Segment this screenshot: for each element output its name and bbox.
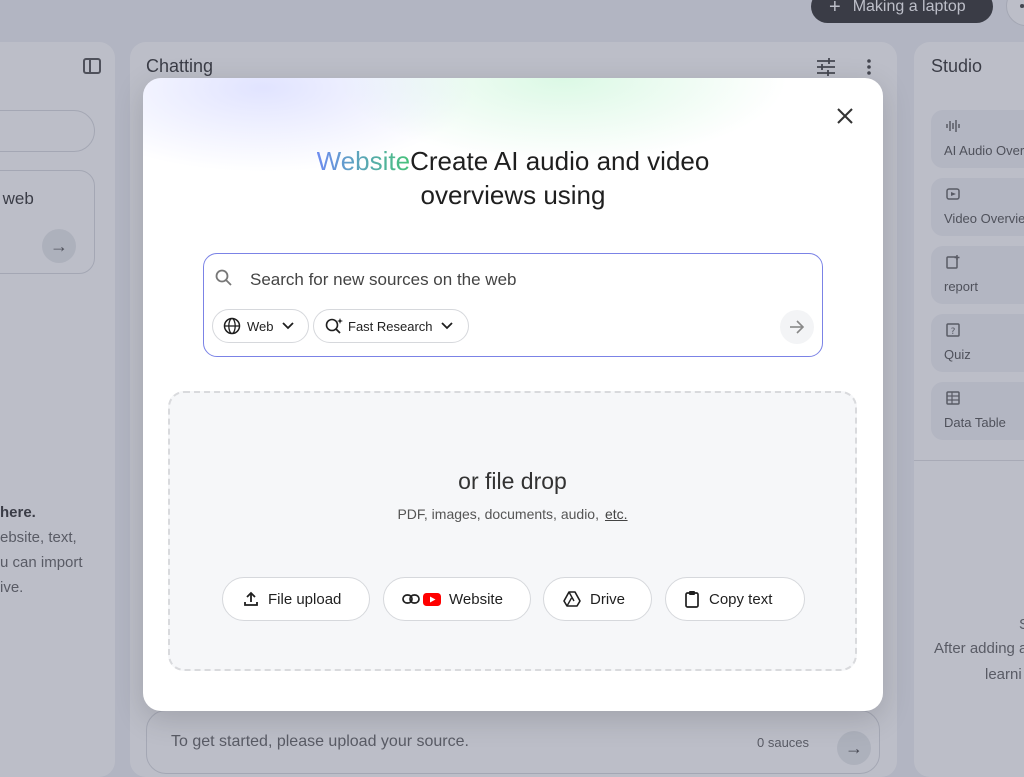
- clipboard-icon: [685, 591, 699, 608]
- youtube-icon: [423, 592, 441, 606]
- drive-button[interactable]: Drive: [543, 577, 652, 621]
- file-upload-button[interactable]: File upload: [222, 577, 370, 621]
- website-button[interactable]: Website: [383, 577, 531, 621]
- supported-types-text: PDF, images, documents, audio,: [397, 506, 599, 522]
- drop-zone-subtitle: PDF, images, documents, audio, etc.: [170, 506, 855, 522]
- link-icon: [402, 594, 420, 604]
- headline-text: Create AI audio and video overviews usin…: [410, 146, 710, 210]
- source-type-label: Web: [247, 318, 274, 334]
- drop-zone-title: or file drop: [458, 468, 567, 494]
- arrow-right-icon: [790, 320, 805, 334]
- chevron-down-icon: [440, 322, 453, 330]
- search-icon: [215, 269, 232, 286]
- file-drop-zone[interactable]: or file drop PDF, images, documents, aud…: [168, 391, 857, 671]
- file-upload-label: File upload: [268, 590, 342, 608]
- etc-link[interactable]: etc.: [605, 506, 628, 522]
- add-sources-dialog: WebsiteCreate AI audio and video overvie…: [143, 78, 883, 711]
- website-label: Website: [449, 590, 503, 608]
- copy-text-button[interactable]: Copy text: [665, 577, 805, 621]
- globe-icon: [223, 317, 241, 335]
- search-input[interactable]: [250, 268, 790, 292]
- chevron-down-icon: [281, 322, 294, 330]
- drive-icon: [563, 591, 581, 607]
- dialog-headline: WebsiteCreate AI audio and video overvie…: [263, 144, 763, 212]
- web-source-search: Web Fast Research: [203, 253, 823, 357]
- headline-highlight: Website: [316, 146, 411, 176]
- drive-label: Drive: [590, 590, 626, 608]
- close-icon[interactable]: [833, 104, 857, 128]
- source-type-dropdown[interactable]: Web: [212, 309, 309, 343]
- research-mode-label: Fast Research: [348, 318, 433, 334]
- search-submit-button[interactable]: [780, 310, 814, 344]
- research-mode-dropdown[interactable]: Fast Research: [313, 309, 469, 343]
- search-sparkle-icon: [325, 318, 343, 334]
- upload-icon: [244, 591, 258, 606]
- copy-text-label: Copy text: [709, 590, 773, 608]
